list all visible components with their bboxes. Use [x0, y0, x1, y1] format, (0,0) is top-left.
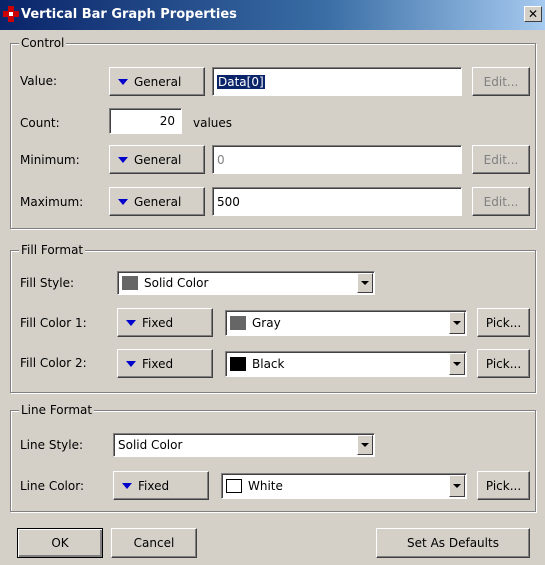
dropdown-triangle-icon — [126, 360, 136, 367]
value-input-text: Data[0] — [217, 74, 265, 89]
minimum-label: Minimum: — [20, 153, 80, 167]
line-style-value: Solid Color — [118, 438, 183, 452]
line-color-swatch — [226, 479, 242, 493]
fill-color2-source-button[interactable]: Fixed — [117, 349, 213, 378]
maximum-edit-button[interactable]: Edit... — [472, 187, 530, 216]
count-input[interactable]: 20 — [109, 108, 182, 134]
fill-color2-dropdown[interactable]: Black — [225, 351, 467, 377]
title-bar: Vertical Bar Graph Properties ✕ — [0, 0, 545, 30]
fill-color1-label: Fill Color 1: — [20, 316, 87, 330]
fill-color2-label: Fill Color 2: — [20, 356, 87, 370]
dropdown-triangle-icon — [118, 198, 128, 205]
cancel-button[interactable]: Cancel — [111, 528, 197, 558]
fill-style-dropdown[interactable]: Solid Color — [117, 271, 375, 295]
maximum-input[interactable]: 500 — [212, 187, 462, 216]
fill-color1-pick-button[interactable]: Pick... — [477, 308, 530, 337]
maximum-source-label: General — [134, 194, 182, 209]
fill-color1-pick-label: Pick... — [485, 315, 522, 330]
fill-style-value: Solid Color — [144, 276, 209, 290]
dropdown-triangle-icon — [118, 78, 128, 85]
line-style-dropdown[interactable]: Solid Color — [113, 433, 375, 457]
line-color-pick-button[interactable]: Pick... — [477, 471, 530, 500]
chevron-down-icon[interactable] — [357, 273, 373, 293]
fill-format-legend: Fill Format — [19, 243, 86, 257]
maximum-edit-label: Edit... — [483, 194, 519, 209]
line-color-source-label: Fixed — [138, 478, 170, 493]
fill-color1-swatch — [230, 316, 246, 330]
maximum-label: Maximum: — [20, 195, 84, 209]
line-color-source-button[interactable]: Fixed — [113, 471, 209, 500]
line-color-label: Line Color: — [20, 479, 84, 493]
set-as-defaults-label: Set As Defaults — [407, 536, 499, 550]
count-input-text: 20 — [159, 114, 175, 128]
minimum-input[interactable]: 0 — [212, 145, 462, 174]
value-input[interactable]: Data[0] — [212, 67, 462, 96]
app-icon — [3, 6, 19, 22]
count-suffix-label: values — [193, 116, 233, 130]
cancel-label: Cancel — [133, 536, 175, 550]
minimum-source-button[interactable]: General — [109, 145, 205, 174]
value-source-button[interactable]: General — [109, 67, 205, 96]
fill-color1-source-label: Fixed — [142, 315, 174, 330]
chevron-down-icon[interactable] — [357, 435, 373, 455]
value-edit-button[interactable]: Edit... — [472, 67, 530, 96]
ok-label: OK — [51, 536, 69, 550]
fill-color2-pick-button[interactable]: Pick... — [477, 349, 530, 378]
fill-color2-value: Black — [252, 357, 285, 371]
dropdown-triangle-icon — [126, 319, 136, 326]
close-button[interactable]: ✕ — [524, 6, 542, 22]
set-as-defaults-button[interactable]: Set As Defaults — [376, 528, 530, 558]
minimum-source-label: General — [134, 152, 182, 167]
chevron-down-icon[interactable] — [449, 353, 465, 375]
fill-color2-source-label: Fixed — [142, 356, 174, 371]
control-legend: Control — [19, 36, 67, 50]
value-edit-label: Edit... — [483, 74, 519, 89]
close-icon: ✕ — [527, 7, 539, 21]
chevron-down-icon[interactable] — [449, 475, 465, 497]
dropdown-triangle-icon — [118, 156, 128, 163]
fill-color2-swatch — [230, 357, 246, 371]
maximum-source-button[interactable]: General — [109, 187, 205, 216]
fill-color1-dropdown[interactable]: Gray — [225, 310, 467, 336]
minimum-edit-label: Edit... — [483, 152, 519, 167]
fill-color1-source-button[interactable]: Fixed — [117, 308, 213, 337]
count-label: Count: — [20, 116, 60, 130]
dropdown-triangle-icon — [122, 482, 132, 489]
line-color-dropdown[interactable]: White — [221, 473, 467, 499]
minimum-edit-button[interactable]: Edit... — [472, 145, 530, 174]
window-title: Vertical Bar Graph Properties — [21, 7, 237, 22]
line-style-label: Line Style: — [20, 438, 84, 452]
line-color-value: White — [248, 479, 283, 493]
fill-style-swatch — [122, 276, 138, 290]
ok-button[interactable]: OK — [17, 528, 103, 558]
maximum-input-text: 500 — [217, 194, 240, 209]
line-format-legend: Line Format — [19, 403, 95, 417]
minimum-input-text: 0 — [217, 152, 225, 167]
value-label: Value: — [20, 74, 57, 88]
line-color-pick-label: Pick... — [485, 478, 522, 493]
value-source-label: General — [134, 74, 182, 89]
chevron-down-icon[interactable] — [449, 312, 465, 334]
fill-style-label: Fill Style: — [20, 276, 75, 290]
fill-color1-value: Gray — [252, 316, 281, 330]
fill-color2-pick-label: Pick... — [485, 356, 522, 371]
